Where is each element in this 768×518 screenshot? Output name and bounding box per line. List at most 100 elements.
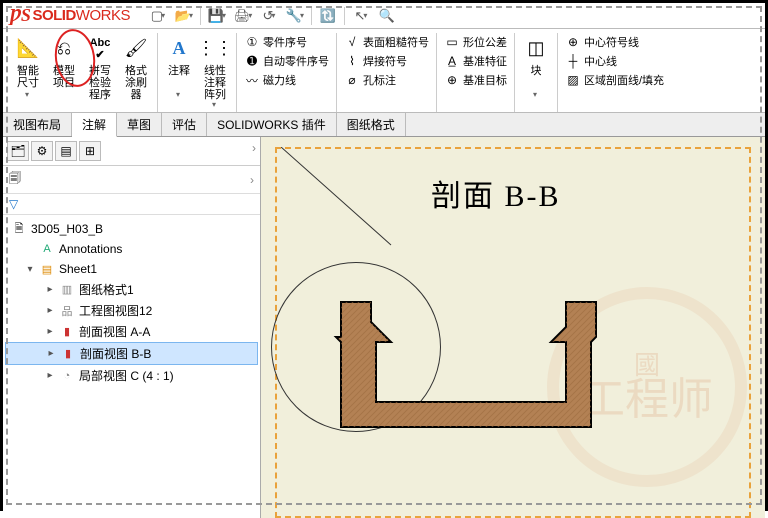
new-icon[interactable]: ▢▾ bbox=[148, 6, 168, 26]
tree-item-section-view-b-b[interactable]: ▸ ▮剖面视图 B-B bbox=[5, 342, 258, 365]
magnetic-line-button[interactable]: 〰磁力线 bbox=[241, 71, 332, 89]
center-mark-icon: ⊕ bbox=[565, 34, 581, 50]
drawing-canvas[interactable]: 剖面 B-B 國工程师 bbox=[261, 137, 765, 518]
tree-item-label: Annotations bbox=[59, 242, 122, 256]
annotations-icon: A bbox=[39, 241, 55, 257]
feature-tree-tab[interactable]: 🗂 bbox=[7, 141, 29, 161]
section-view-shape bbox=[321, 292, 661, 492]
surface-icon: √ bbox=[344, 34, 360, 50]
tree-root[interactable]: 🗎 3D05_H03_B bbox=[5, 219, 258, 239]
linear-note-pattern-button[interactable]: ⋮⋮ 线性注释阵列▾ bbox=[198, 33, 232, 112]
spell-check-button[interactable]: Abc✔ 拼写检验程序 bbox=[83, 33, 117, 103]
tree-item-label: 工程图视图12 bbox=[79, 302, 152, 319]
panel-tab-strip: 🗂 ⚙ ▤ ⊞ › bbox=[3, 137, 260, 166]
feature-tree: 🗎 3D05_H03_B A Annotations ▾ ▤ Sheet1 ▸ ▥图纸格式1… bbox=[3, 215, 260, 390]
gtol-icon: ▭ bbox=[444, 34, 460, 50]
format-painter-button[interactable]: 🖌 格式涂刷器 bbox=[119, 33, 153, 103]
tree-item-annotations[interactable]: A Annotations bbox=[5, 239, 258, 259]
tree-item-label: Sheet1 bbox=[59, 262, 97, 276]
save-icon[interactable]: 💾▾ bbox=[207, 6, 227, 26]
model-items-icon: ⎌ bbox=[50, 35, 78, 63]
expand-icon[interactable]: ▸ bbox=[45, 370, 55, 381]
options-icon[interactable]: 🔧▾ bbox=[285, 6, 305, 26]
tab-view-layout[interactable]: 视图布局 bbox=[3, 113, 72, 136]
magnet-icon: 〰 bbox=[244, 72, 260, 88]
undo-icon[interactable]: ↺▾ bbox=[259, 6, 279, 26]
geometric-tolerance-button[interactable]: ▭形位公差 bbox=[441, 33, 510, 51]
tab-sheet-format[interactable]: 图纸格式 bbox=[337, 113, 406, 136]
datum-icon: A̲ bbox=[444, 53, 460, 69]
expand-icon[interactable]: ▸ bbox=[46, 348, 56, 359]
section-view-b-b-icon: ▮ bbox=[60, 346, 76, 362]
filter-row[interactable]: ▽ bbox=[3, 194, 260, 215]
quick-access-toolbar: ▢▾ 📂▾ 💾▾ 🖨▾ ↺▾ 🔧▾ 🔃 ↖▾ 🔍 bbox=[148, 6, 397, 26]
doc-icon: 🗐 bbox=[9, 169, 21, 190]
tab-annotate[interactable]: 注解 bbox=[72, 113, 117, 137]
ribbon: 📐 智能尺寸▾ ⎌ 模型项目 Abc✔ 拼写检验程序 🖌 格式涂刷器 A 注释▾… bbox=[3, 29, 765, 113]
tree-item-sheet-format1[interactable]: ▸ ▥图纸格式1 bbox=[5, 279, 258, 300]
config-tab[interactable]: ▤ bbox=[55, 141, 77, 161]
tree-item-label: 局部视图 C (4 : 1) bbox=[79, 367, 174, 384]
tree-item-label: 剖面视图 B-B bbox=[80, 345, 151, 362]
note-button[interactable]: A 注释▾ bbox=[162, 33, 196, 102]
tree-item-drawing-view12[interactable]: ▸ 品工程图视图12 bbox=[5, 300, 258, 321]
auto-balloon-button[interactable]: ➊自动零件序号 bbox=[241, 52, 332, 70]
chevron-right-icon[interactable]: › bbox=[250, 173, 254, 187]
dimension-icon: 📐 bbox=[14, 35, 42, 63]
print-icon[interactable]: 🖨▾ bbox=[233, 6, 253, 26]
hole-callout-button[interactable]: ⌀孔标注 bbox=[341, 71, 432, 89]
title-bar: ǷS SOLIDWORKS ▢▾ 📂▾ 💾▾ 🖨▾ ↺▾ 🔧▾ 🔃 ↖▾ 🔍 bbox=[3, 3, 765, 29]
auto-balloon-icon: ➊ bbox=[244, 53, 260, 69]
centerline-button[interactable]: ┼中心线 bbox=[562, 52, 667, 70]
tree-item-label: 剖面视图 A-A bbox=[79, 323, 150, 340]
tree-item-sheet1[interactable]: ▾ ▤ Sheet1 bbox=[5, 259, 258, 279]
datum-target-button[interactable]: ⊕基准目标 bbox=[441, 71, 510, 89]
block-icon: ◫ bbox=[522, 35, 550, 63]
surface-finish-button[interactable]: √表面粗糙符号 bbox=[341, 33, 432, 51]
note-icon: A bbox=[165, 35, 193, 63]
expand-icon[interactable]: ▸ bbox=[45, 326, 55, 337]
abc-icon: Abc✔ bbox=[86, 35, 114, 63]
expand-icon[interactable]: ▸ bbox=[45, 305, 55, 316]
pan-icon[interactable]: 🔍 bbox=[377, 6, 397, 26]
open-icon[interactable]: 📂▾ bbox=[174, 6, 194, 26]
drawing-icon: 🗎 bbox=[11, 221, 27, 237]
tab-sw-addins[interactable]: SOLIDWORKS 插件 bbox=[207, 113, 337, 136]
balloon-icon: ① bbox=[244, 34, 260, 50]
tree-item-section-view-a-a[interactable]: ▸ ▮剖面视图 A-A bbox=[5, 321, 258, 342]
blocks-button[interactable]: ◫ 块▾ bbox=[519, 33, 553, 102]
expand-icon[interactable]: ▸ bbox=[45, 284, 55, 295]
panel-chevron-icon[interactable]: › bbox=[252, 141, 256, 161]
model-items-button[interactable]: ⎌ 模型项目 bbox=[47, 33, 81, 93]
feature-manager-panel: 🗂 ⚙ ▤ ⊞ › 🗐 › ▽ 🗎 3D05_H03_B A Annotation… bbox=[3, 137, 261, 518]
tab-evaluate[interactable]: 评估 bbox=[162, 113, 207, 136]
command-tabs: 视图布局注解草图评估SOLIDWORKS 插件图纸格式 bbox=[3, 113, 765, 137]
app-logo: ǷS SOLIDWORKS bbox=[9, 5, 130, 26]
weld-icon: ⌇ bbox=[344, 53, 360, 69]
tree-item-label: 图纸格式1 bbox=[79, 281, 134, 298]
section-title: 剖面 B-B bbox=[431, 171, 561, 215]
rebuild-icon[interactable]: 🔃 bbox=[318, 6, 338, 26]
center-mark-button[interactable]: ⊕中心符号线 bbox=[562, 33, 667, 51]
leader-line bbox=[281, 147, 401, 247]
tree-item-detail-view-c[interactable]: ▸ ◔局部视图 C (4 : 1) bbox=[5, 365, 258, 386]
target-icon: ⊕ bbox=[444, 72, 460, 88]
property-tab[interactable]: ⚙ bbox=[31, 141, 53, 161]
weld-symbol-button[interactable]: ⌇焊接符号 bbox=[341, 52, 432, 70]
hole-icon: ⌀ bbox=[344, 72, 360, 88]
sheet1-icon: ▤ bbox=[39, 261, 55, 277]
drawing-view12-icon: 品 bbox=[59, 303, 75, 319]
brush-icon: 🖌 bbox=[122, 35, 150, 63]
smart-dimension-button[interactable]: 📐 智能尺寸▾ bbox=[11, 33, 45, 102]
balloon-button[interactable]: ①零件序号 bbox=[241, 33, 332, 51]
sheet-format1-icon: ▥ bbox=[59, 282, 75, 298]
select-icon[interactable]: ↖▾ bbox=[351, 6, 371, 26]
area-hatch-button[interactable]: ▨区域剖面线/填充 bbox=[562, 71, 667, 89]
dim-tab[interactable]: ⊞ bbox=[79, 141, 101, 161]
datum-feature-button[interactable]: A̲基准特征 bbox=[441, 52, 510, 70]
detail-view-c-icon: ◔ bbox=[59, 368, 75, 384]
tab-sketch[interactable]: 草图 bbox=[117, 113, 162, 136]
funnel-icon: ▽ bbox=[9, 197, 18, 211]
section-view-a-a-icon: ▮ bbox=[59, 324, 75, 340]
expand-icon[interactable]: ▾ bbox=[25, 264, 35, 275]
